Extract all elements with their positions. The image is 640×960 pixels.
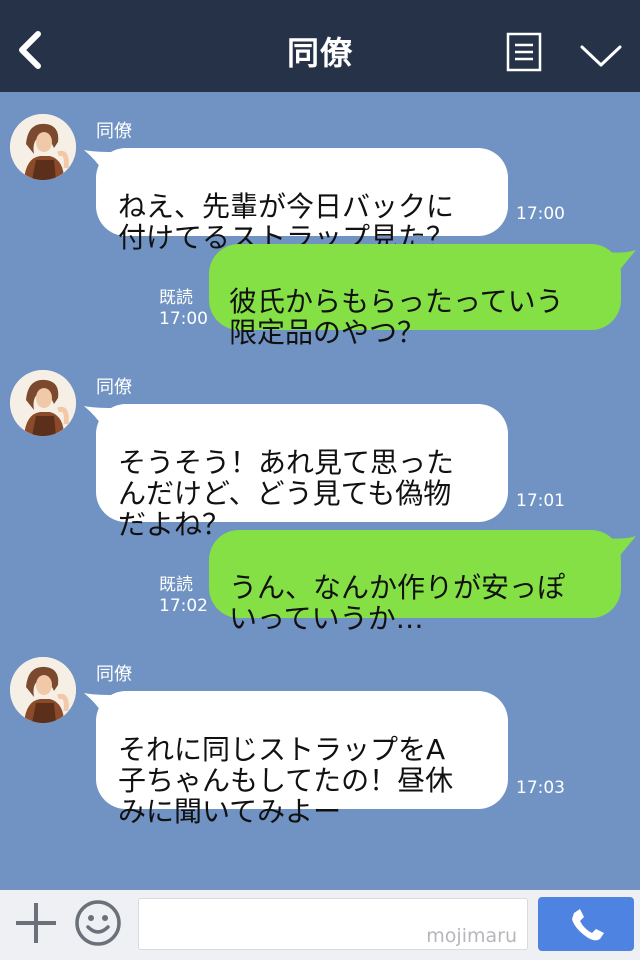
menu-icon[interactable]: [506, 32, 542, 72]
message-input[interactable]: mojimaru: [138, 898, 528, 950]
watermark: mojimaru: [426, 925, 517, 947]
message-bubble-incoming[interactable]: そうそう！あれ見て思った んだけど、どう見ても偽物 だよね？: [96, 404, 508, 540]
chat-area[interactable]: 同僚 ねえ、先輩が今日バックに 付けてるストラップ見た？ 17:00 既読 17…: [0, 92, 640, 890]
message-text: 彼氏からもらったっていう 限定品のやつ？: [229, 285, 564, 349]
message-time: 17:03: [516, 778, 565, 798]
chat-title: 同僚: [286, 34, 353, 72]
message-text: それに同じストラップをA 子ちゃんもしてたの！昼休 みに聞いてみよー: [118, 733, 454, 828]
message-bubble-incoming[interactable]: それに同じストラップをA 子ちゃんもしてたの！昼休 みに聞いてみよー: [96, 691, 508, 827]
message-bubble-incoming[interactable]: ねえ、先輩が今日バックに 付けてるストラップ見た？: [96, 148, 508, 253]
avatar[interactable]: [10, 114, 76, 180]
message-bubble-outgoing[interactable]: 彼氏からもらったっていう 限定品のやつ？: [209, 244, 621, 348]
read-label: 既読: [159, 575, 193, 595]
message-time: 17:02: [159, 596, 208, 616]
message-time: 17:00: [516, 204, 565, 224]
avatar[interactable]: [10, 370, 76, 436]
read-receipt: 既読 17:00: [159, 288, 208, 330]
avatar[interactable]: [10, 657, 76, 723]
read-label: 既読: [159, 288, 193, 308]
chat-header: 同僚: [0, 0, 640, 92]
call-button[interactable]: [538, 897, 634, 951]
smiley-icon[interactable]: [74, 899, 122, 947]
chevron-down-icon[interactable]: [580, 44, 622, 68]
read-receipt: 既読 17:02: [159, 575, 208, 617]
phone-icon: [572, 909, 604, 941]
plus-icon[interactable]: [14, 901, 58, 945]
sender-name: 同僚: [96, 377, 132, 398]
message-time: 17:01: [516, 491, 565, 511]
sender-name: 同僚: [96, 121, 132, 142]
message-text: そうそう！あれ見て思った んだけど、どう見ても偽物 だよね？: [118, 446, 455, 541]
message-bubble-outgoing[interactable]: うん、なんか作りが安っぽ いっていうか…: [209, 530, 621, 634]
sender-name: 同僚: [96, 664, 132, 685]
message-time: 17:00: [159, 309, 208, 329]
message-text: うん、なんか作りが安っぽ いっていうか…: [229, 571, 566, 635]
